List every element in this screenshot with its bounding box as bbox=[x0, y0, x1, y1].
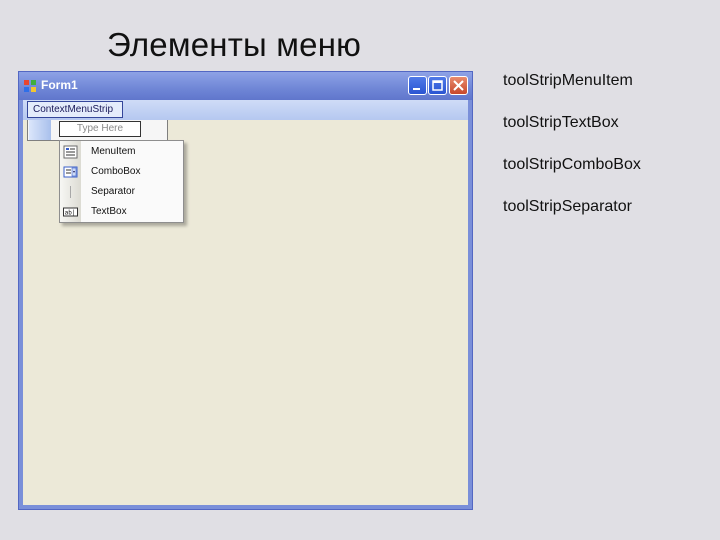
combo-box-icon bbox=[63, 166, 78, 178]
dropdown-item-separator[interactable]: Separator bbox=[60, 182, 183, 202]
add-item-dropdown: MenuItem ComboBox Separator ab| TextBox bbox=[59, 140, 184, 223]
type-here-input[interactable]: Type Here bbox=[59, 121, 141, 137]
title-bar[interactable]: Form1 bbox=[19, 72, 472, 100]
form-client-area[interactable]: ContextMenuStrip Type Here MenuItem Comb… bbox=[23, 100, 468, 505]
dropdown-item-menuitem[interactable]: MenuItem bbox=[60, 142, 183, 162]
bullet-item: toolStripTextBox bbox=[503, 114, 619, 131]
dropdown-item-label: TextBox bbox=[91, 206, 127, 217]
bullet-item: toolStripMenuItem bbox=[503, 72, 633, 89]
toolstrip-grip bbox=[29, 120, 51, 140]
dropdown-item-label: MenuItem bbox=[91, 146, 136, 157]
text-box-icon: ab| bbox=[63, 207, 78, 217]
bullet-list: toolStripMenuItem toolStripTextBox toolS… bbox=[503, 71, 708, 239]
bullet-item: toolStripComboBox bbox=[503, 156, 641, 173]
dropdown-item-label: ComboBox bbox=[91, 166, 141, 177]
bullet-item: toolStripSeparator bbox=[503, 198, 632, 215]
form-window: Form1 ContextMenuStrip Type Here MenuIte… bbox=[18, 71, 473, 510]
dropdown-item-textbox[interactable]: ab| TextBox bbox=[60, 202, 183, 222]
dropdown-item-label: Separator bbox=[91, 186, 135, 197]
minimize-button[interactable] bbox=[408, 76, 427, 95]
context-menu-toolstrip[interactable]: Type Here bbox=[27, 120, 168, 141]
menu-item-icon bbox=[63, 145, 78, 159]
window-title: Form1 bbox=[41, 78, 78, 92]
maximize-icon bbox=[432, 80, 443, 91]
dropdown-item-combobox[interactable]: ComboBox bbox=[60, 162, 183, 182]
app-icon bbox=[24, 80, 36, 92]
close-icon bbox=[453, 80, 464, 91]
slide-title: Элементы меню bbox=[107, 26, 362, 63]
context-menu-strip-tab[interactable]: ContextMenuStrip bbox=[27, 101, 123, 118]
svg-text:ab|: ab| bbox=[65, 210, 76, 217]
minimize-icon bbox=[413, 88, 420, 90]
maximize-button[interactable] bbox=[428, 76, 447, 95]
close-button[interactable] bbox=[449, 76, 468, 95]
separator-icon bbox=[70, 186, 71, 198]
